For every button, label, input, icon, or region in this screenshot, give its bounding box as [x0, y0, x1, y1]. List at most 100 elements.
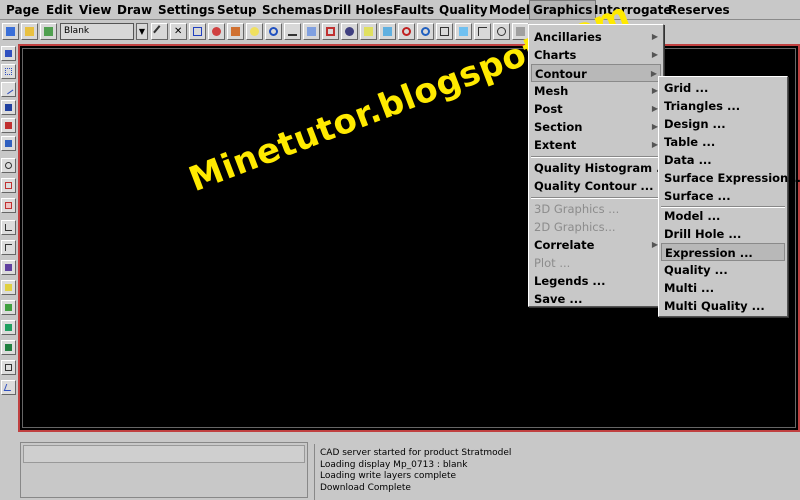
submenu-drill-hole[interactable]: Drill Hole ... — [661, 225, 785, 243]
open-icon[interactable] — [21, 23, 38, 40]
menu-legends[interactable]: Legends ... — [531, 272, 661, 290]
menu-separator — [531, 197, 661, 199]
fill-tool-icon[interactable] — [1, 100, 16, 115]
point-tool-icon[interactable] — [1, 64, 16, 79]
color-tool-icon[interactable] — [1, 340, 16, 355]
sheet-tool-icon[interactable] — [1, 360, 16, 375]
menu-2d-graphics: 2D Graphics... — [534, 220, 616, 234]
symbol-tool-icon[interactable] — [1, 158, 16, 173]
menu-contour-label: Contour — [535, 67, 587, 81]
menu-charts[interactable]: Charts ▶ — [531, 46, 661, 64]
menu-quality[interactable]: Quality — [436, 0, 491, 20]
pencil-icon[interactable] — [151, 23, 168, 40]
menu-edit[interactable]: Edit — [43, 0, 76, 20]
menu-view[interactable]: View — [76, 0, 114, 20]
menu-contour[interactable]: Contour ▶ — [531, 64, 661, 82]
chart-tool-icon[interactable] — [1, 260, 16, 275]
cross-icon[interactable]: ✕ — [170, 23, 187, 40]
console-line: CAD server started for product Stratmode… — [320, 448, 512, 458]
menu-mesh[interactable]: Mesh ▶ — [531, 82, 661, 100]
submenu-expression[interactable]: Expression ... — [661, 243, 785, 261]
submenu-model[interactable]: Model ... — [661, 207, 785, 225]
layer-combo-arrow-icon[interactable]: ▼ — [136, 23, 148, 40]
submenu-arrow-icon: ▶ — [651, 50, 658, 59]
menu-ancillaries[interactable]: Ancillaries ▶ — [531, 28, 661, 46]
layers-icon[interactable] — [2, 23, 19, 40]
submenu-multi[interactable]: Multi ... — [661, 279, 785, 297]
toolbar: Blank ▼ ✕ — [0, 21, 800, 43]
menu-drill-holes[interactable]: Drill Holes — [320, 0, 396, 20]
menu-section-label: Section — [534, 120, 583, 134]
menu-schemas[interactable]: Schemas — [259, 0, 325, 20]
link-icon[interactable] — [265, 23, 282, 40]
submenu-surface[interactable]: Surface ... — [661, 187, 785, 205]
section-icon[interactable] — [474, 23, 491, 40]
label-icon[interactable] — [227, 23, 244, 40]
contour-submenu: Grid ... Triangles ... Design ... Table … — [658, 76, 800, 317]
fit-icon[interactable] — [360, 23, 377, 40]
erase-icon[interactable] — [208, 23, 225, 40]
measure-icon[interactable] — [284, 23, 301, 40]
menu-page[interactable]: Page — [3, 0, 42, 20]
split-icon[interactable] — [455, 23, 472, 40]
submenu-triangles[interactable]: Triangles ... — [661, 97, 785, 115]
submenu-data[interactable]: Data ... — [661, 151, 785, 169]
eye-icon[interactable] — [341, 23, 358, 40]
menu-extent[interactable]: Extent ▶ — [531, 136, 661, 154]
submenu-surface-expression[interactable]: Surface Expression ... — [661, 169, 800, 187]
menu-quality-contour[interactable]: Quality Contour ... — [531, 177, 661, 195]
table-tool-icon[interactable] — [1, 320, 16, 335]
menu-settings[interactable]: Settings — [155, 0, 218, 20]
text-tool-icon[interactable] — [1, 46, 16, 61]
menu-ancillaries-label: Ancillaries — [534, 30, 602, 44]
pattern-tool-icon[interactable] — [1, 300, 16, 315]
grid-icon[interactable] — [303, 23, 320, 40]
rect-tool-icon[interactable] — [1, 178, 16, 193]
menu-reserves[interactable]: Reserves — [665, 0, 733, 20]
status-field — [23, 445, 305, 463]
lamp-icon[interactable] — [246, 23, 263, 40]
menu-setup[interactable]: Setup — [214, 0, 260, 20]
stair-tool-icon[interactable] — [1, 220, 16, 235]
console-line: Loading write layers complete — [320, 471, 457, 481]
step-tool-icon[interactable] — [1, 240, 16, 255]
grid-tool-icon[interactable] — [1, 280, 16, 295]
layer-combo[interactable]: Blank — [60, 23, 134, 40]
angle-tool-icon[interactable] — [1, 380, 16, 395]
submenu-arrow-icon: ▶ — [650, 69, 657, 78]
move-tool-icon[interactable] — [1, 136, 16, 151]
submenu-grid[interactable]: Grid ... — [661, 79, 785, 97]
message-console: CAD server started for product Stratmode… — [314, 444, 800, 500]
zoom-window-icon[interactable] — [322, 23, 339, 40]
box-tool-icon[interactable] — [1, 198, 16, 213]
line-tool-icon[interactable] — [1, 82, 16, 97]
arrow-tool-icon[interactable] — [1, 118, 16, 133]
submenu-multi-quality[interactable]: Multi Quality ... — [661, 297, 785, 315]
submenu-design[interactable]: Design ... — [661, 115, 785, 133]
menu-charts-label: Charts — [534, 48, 577, 62]
menu-save[interactable]: Save ... — [531, 290, 661, 308]
zoom-in-icon[interactable] — [398, 23, 415, 40]
menu-draw[interactable]: Draw — [114, 0, 155, 20]
console-line: Download Complete — [320, 482, 411, 493]
pan-icon[interactable] — [379, 23, 396, 40]
zoom-out-icon[interactable] — [417, 23, 434, 40]
submenu-arrow-icon: ▶ — [651, 32, 658, 41]
menu-correlate-label: Correlate — [534, 238, 595, 252]
submenu-table[interactable]: Table ... — [661, 133, 785, 151]
menu-model[interactable]: Model — [486, 0, 533, 20]
window-icon[interactable] — [436, 23, 453, 40]
menu-correlate[interactable]: Correlate ▶ — [531, 236, 661, 254]
menu-faults[interactable]: Faults — [390, 0, 437, 20]
submenu-quality[interactable]: Quality ... — [661, 261, 785, 279]
select-icon[interactable] — [189, 23, 206, 40]
menu-post-label: Post — [534, 102, 563, 116]
menu-post[interactable]: Post ▶ — [531, 100, 661, 118]
layer-list-icon[interactable] — [40, 23, 57, 40]
menu-quality-histogram[interactable]: Quality Histogram ... — [531, 159, 669, 177]
menu-section[interactable]: Section ▶ — [531, 118, 661, 136]
graphics-menu: Ancillaries ▶ Charts ▶ Contour ▶ Mesh ▶ Post… — [528, 24, 669, 308]
left-toolbar — [0, 44, 17, 454]
menu-extent-label: Extent — [534, 138, 577, 152]
status-panel — [20, 442, 308, 498]
